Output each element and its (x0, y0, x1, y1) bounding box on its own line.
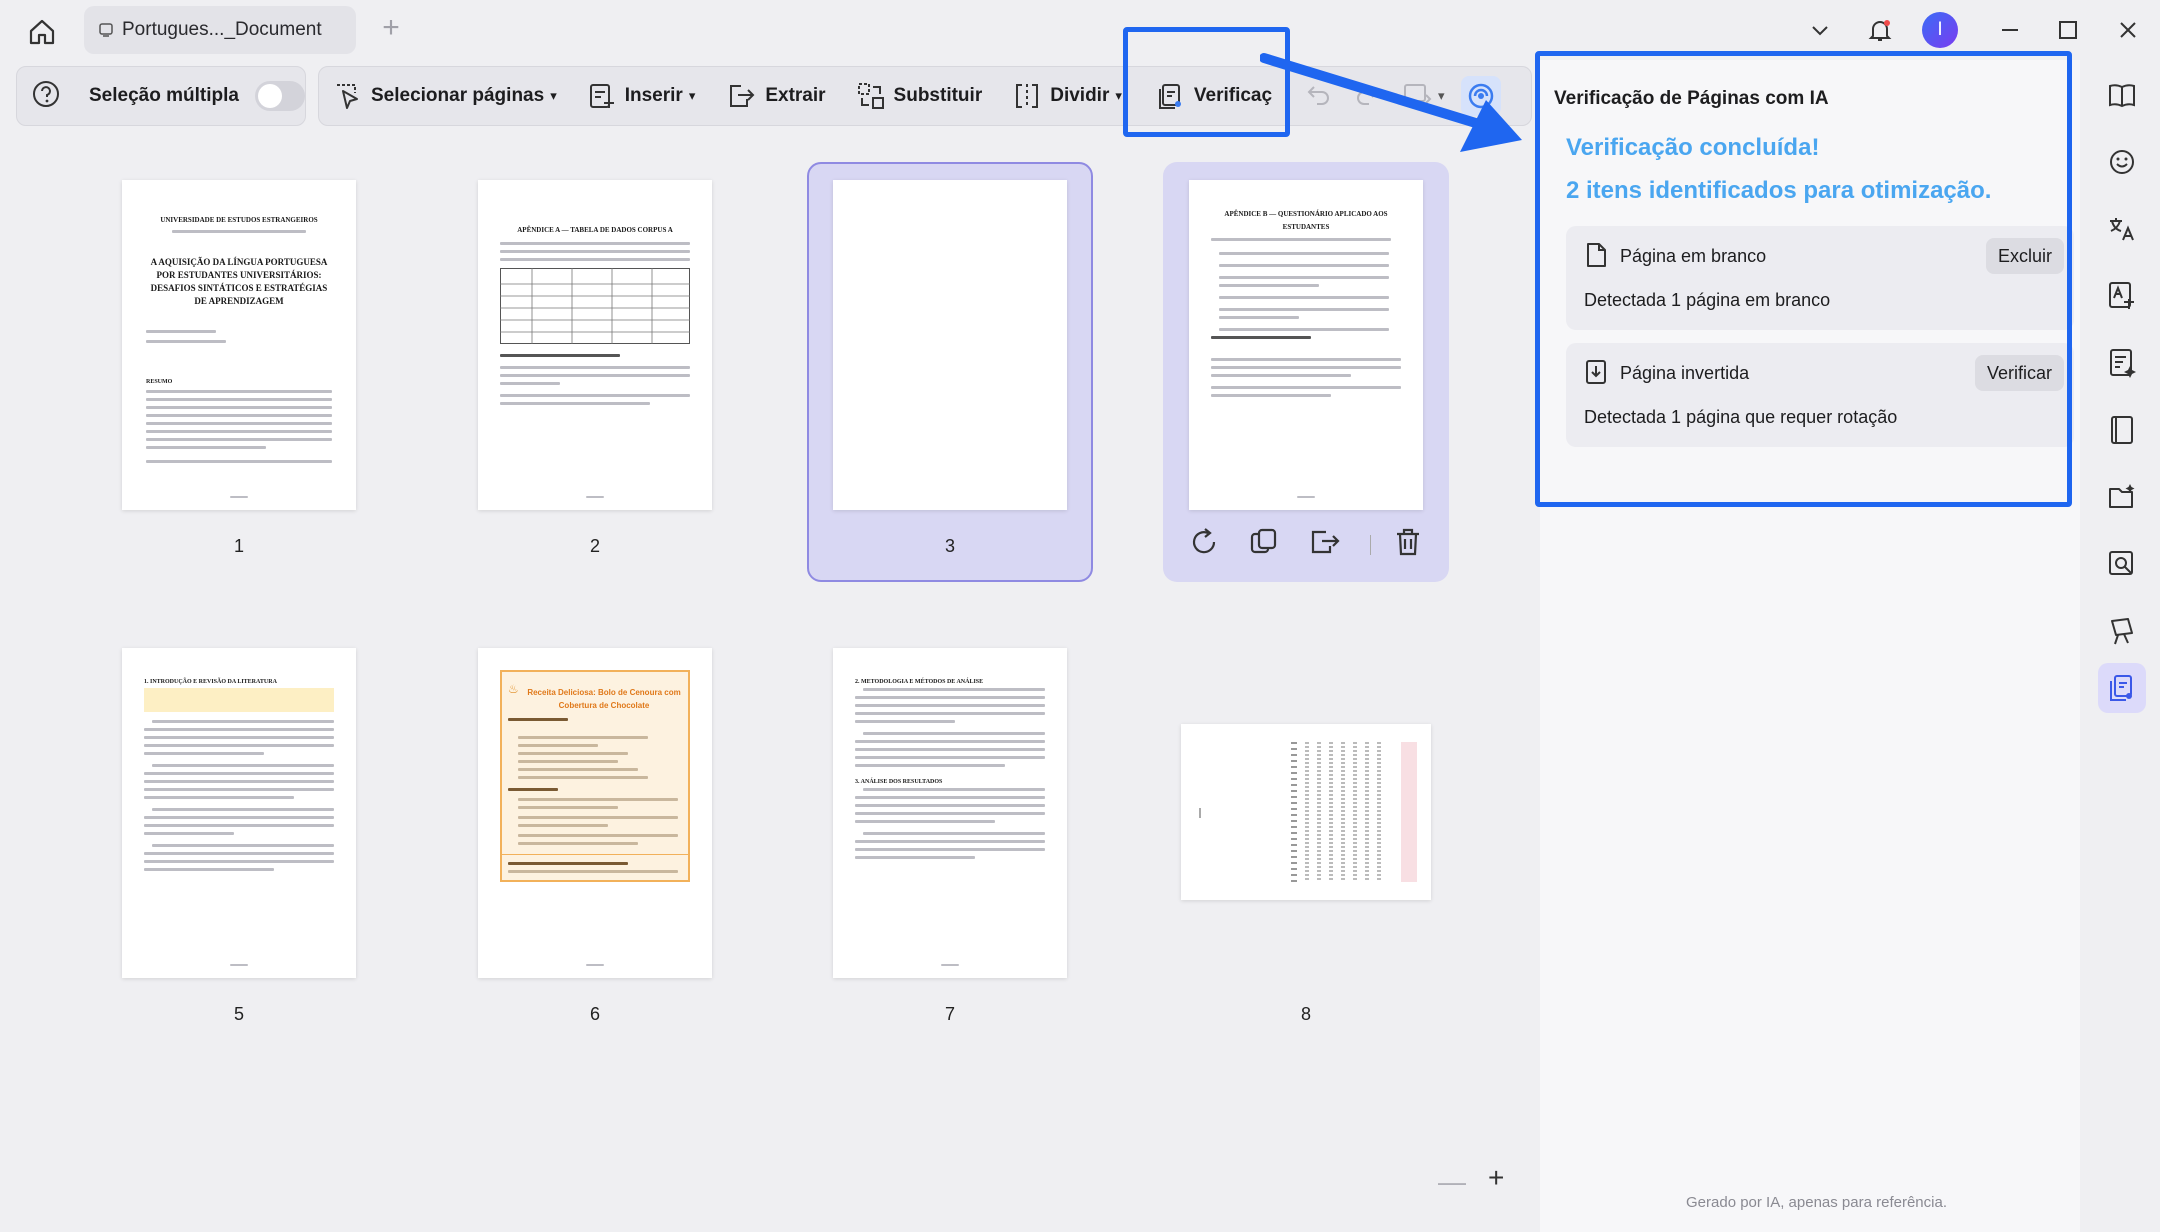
replace-button[interactable]: Substituir (856, 81, 983, 111)
ai-folder-icon[interactable] (2102, 477, 2142, 517)
page-thumbnail-3-blank[interactable] (833, 180, 1067, 510)
ai-search-icon[interactable] (2102, 544, 2142, 584)
page-6-recipe-box: ♨ Receita Deliciosa: Bolo de Cenoura com… (500, 670, 690, 882)
page-number-7: 7 (944, 1004, 955, 1024)
page-number-5: 5 (233, 1004, 244, 1024)
page-2-table (500, 268, 690, 344)
page-4-action-bar (1188, 526, 1451, 563)
extract-icon (730, 85, 755, 107)
split-icon (1016, 84, 1039, 108)
chevron-down-icon: ▾ (1115, 88, 1122, 103)
ai-page-check-icon[interactable] (2098, 663, 2146, 713)
page-number-3: 3 (944, 536, 955, 556)
reader-book-icon[interactable] (2102, 75, 2142, 115)
replace-icon (857, 83, 884, 109)
insert-button[interactable]: Inserir ▾ (587, 81, 696, 111)
translate-document-icon[interactable] (2102, 276, 2142, 316)
chevron-down-icon: ▾ (688, 88, 696, 103)
extract-label: Extrair (765, 85, 826, 106)
minimize-icon[interactable] (1992, 12, 2028, 48)
bookmarks-icon[interactable] (2102, 410, 2142, 450)
page-thumbnail-6[interactable]: ♨ Receita Deliciosa: Bolo de Cenoura com… (478, 648, 712, 978)
annotation-arrow (1260, 53, 1522, 152)
replace-label: Substituir (893, 85, 983, 106)
tool-rail (2082, 60, 2160, 1232)
close-icon[interactable] (2110, 12, 2146, 48)
document-tab-icon (99, 23, 113, 37)
page-thumbnail-grid: UNIVERSIDADE DE ESTUDOS ESTRANGEIROS A A… (10, 138, 1538, 1228)
cursor-select-icon (337, 84, 358, 109)
translate-icon[interactable] (2102, 209, 2142, 249)
avatar-letter: I (1922, 12, 1958, 48)
page-6-title: Receita Deliciosa: Bolo de Cenoura com C… (527, 688, 681, 710)
select-pages-label: Selecionar páginas (371, 85, 545, 106)
rotate-icon[interactable] (1188, 526, 1220, 563)
new-tab-button[interactable]: + (376, 13, 406, 44)
document-tab[interactable]: Portugues..._Document (84, 6, 356, 54)
ai-disclaimer: Gerado por IA, apenas para referência. (1686, 1194, 1947, 1211)
action-divider (1370, 534, 1371, 555)
duplicate-icon[interactable] (1248, 526, 1280, 563)
page-thumbnail-1[interactable]: UNIVERSIDADE DE ESTUDOS ESTRANGEIROS A A… (122, 180, 356, 510)
split-button[interactable]: Dividir ▾ (1012, 81, 1122, 111)
document-tab-title: Portugues..._Document (122, 19, 322, 40)
select-pages-button[interactable]: Selecionar páginas ▾ (333, 81, 557, 111)
multi-select-toggle[interactable] (254, 81, 305, 111)
page-1-university: UNIVERSIDADE DE ESTUDOS ESTRANGEIROS (160, 216, 318, 224)
page-1-title: A AQUISIÇÃO DA LÍNGUA PORTUGUESA POR EST… (150, 257, 328, 306)
page-thumbnail-5[interactable]: 1. INTRODUÇÃO E REVISÃO DA LITERATURA (122, 648, 356, 978)
page-2-title: APÊNDICE A — TABELA DE DADOS CORPUS A (517, 226, 673, 234)
page-thumbnail-4[interactable]: APÊNDICE B — QUESTIONÁRIO APLICADO AOS E… (1189, 180, 1423, 510)
zoom-out-button[interactable]: — (1438, 1166, 1466, 1198)
ai-summary-icon[interactable] (2102, 343, 2142, 383)
presentation-icon[interactable] (2102, 611, 2142, 651)
page-number-8: 8 (1300, 1004, 1311, 1024)
notification-bell-icon[interactable] (1862, 12, 1898, 48)
extract-button[interactable]: Extrair (725, 81, 826, 111)
help-icon[interactable] (31, 79, 61, 114)
insert-label: Inserir (624, 85, 683, 106)
user-avatar[interactable]: I (1922, 12, 1958, 48)
page-5-highlight (144, 688, 334, 712)
zoom-in-button[interactable]: + (1488, 1162, 1504, 1194)
highlight-box-panel (1535, 51, 2072, 507)
multi-select-bar: Seleção múltipla (16, 66, 306, 126)
page-number-1: 1 (233, 536, 244, 556)
chevron-down-icon[interactable] (1802, 12, 1838, 48)
ai-chat-icon[interactable] (2102, 142, 2142, 182)
split-label: Dividir (1050, 85, 1110, 106)
page-1-resumo: RESUMO (146, 379, 173, 385)
page-thumbnail-8-inverted[interactable] (1181, 724, 1431, 900)
page-number-2: 2 (589, 536, 600, 556)
maximize-icon[interactable] (2050, 12, 2086, 48)
home-icon[interactable] (24, 14, 60, 50)
delete-icon[interactable] (1393, 526, 1423, 563)
page-thumbnail-2[interactable]: APÊNDICE A — TABELA DE DADOS CORPUS A (478, 180, 712, 510)
page-number-6: 6 (589, 1004, 600, 1024)
page-4-title: APÊNDICE B — QUESTIONÁRIO APLICADO AOS E… (1224, 210, 1388, 231)
extract-page-icon[interactable] (1308, 526, 1342, 563)
page-thumbnail-7[interactable]: 2. METODOLOGIA E MÉTODOS DE ANÁLISE 3. A… (833, 648, 1067, 978)
page-6-chef-icon: ♨ (508, 682, 519, 696)
multi-select-label: Seleção múltipla (89, 85, 239, 106)
insert-page-icon (589, 84, 614, 108)
chevron-down-icon: ▾ (550, 88, 557, 103)
